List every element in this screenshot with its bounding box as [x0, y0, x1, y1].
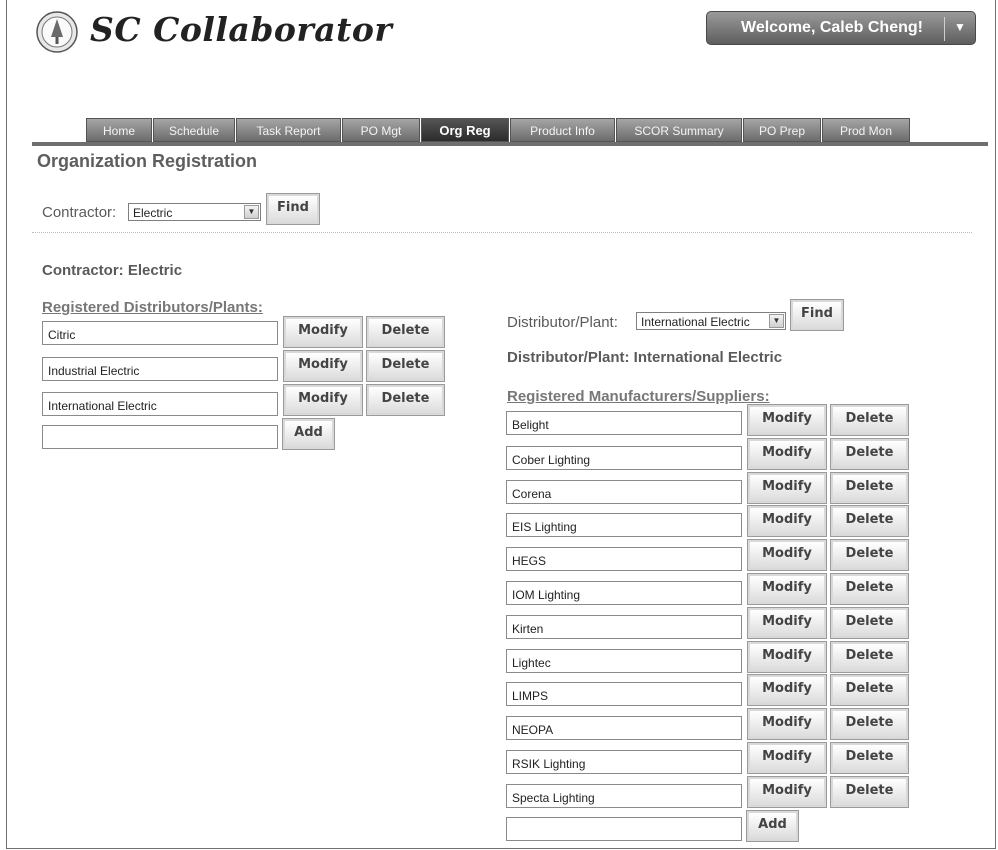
add-manufacturer-button[interactable]: Add: [746, 810, 799, 842]
manufacturer-modify-button[interactable]: Modify: [747, 674, 827, 706]
tab-schedule[interactable]: Schedule: [153, 118, 235, 142]
manufacturer-modify-button[interactable]: Modify: [747, 776, 827, 808]
manufacturer-field[interactable]: NEOPA: [506, 716, 742, 740]
manufacturer-modify-button[interactable]: Modify: [747, 641, 827, 673]
manufacturer-delete-button[interactable]: Delete: [830, 674, 909, 706]
tab-scor-summary[interactable]: SCOR Summary: [616, 118, 742, 142]
contractor-find-button[interactable]: Find: [266, 193, 320, 225]
distributor-field[interactable]: Citric: [42, 321, 278, 345]
contractor-heading: Contractor: Electric: [42, 262, 183, 279]
chevron-down-icon: ▼: [244, 205, 259, 219]
distributor-modify-button[interactable]: Modify: [283, 384, 363, 416]
manufacturer-modify-button[interactable]: Modify: [747, 438, 827, 470]
manufacturer-name: RSIK Lighting: [512, 757, 586, 771]
menu-divider: [944, 17, 945, 41]
distributor-modify-button[interactable]: Modify: [283, 350, 363, 382]
tab-prod-mon[interactable]: Prod Mon: [822, 118, 910, 142]
page-title: Organization Registration: [37, 151, 258, 171]
manufacturer-delete-button[interactable]: Delete: [830, 404, 909, 436]
manufacturer-modify-button[interactable]: Modify: [747, 472, 827, 504]
distributor-heading: Distributor/Plant: International Electri…: [507, 349, 783, 366]
manufacturer-delete-button[interactable]: Delete: [830, 573, 909, 605]
manufacturer-name: LIMPS: [512, 689, 549, 703]
manufacturer-field[interactable]: HEGS: [506, 547, 742, 571]
distributor-delete-button[interactable]: Delete: [366, 316, 445, 348]
tab-product-info[interactable]: Product Info: [510, 118, 615, 142]
new-manufacturer-input[interactable]: [506, 817, 742, 841]
manufacturer-field[interactable]: LIMPS: [506, 682, 742, 706]
manufacturer-field[interactable]: Specta Lighting: [506, 784, 742, 808]
tab-task-report[interactable]: Task Report: [236, 118, 341, 142]
manufacturer-delete-button[interactable]: Delete: [830, 539, 909, 571]
manufacturer-name: Lightec: [512, 656, 551, 670]
manufacturer-modify-button[interactable]: Modify: [747, 708, 827, 740]
distributor-select-label: Distributor/Plant:: [507, 314, 618, 331]
contractor-select[interactable]: Electric ▼: [128, 203, 261, 221]
manufacturer-name: Kirten: [512, 622, 544, 636]
manufacturer-modify-button[interactable]: Modify: [747, 539, 827, 571]
chevron-down-icon: ▼: [769, 314, 784, 328]
tab-home[interactable]: Home: [86, 118, 152, 142]
manufacturer-modify-button[interactable]: Modify: [747, 607, 827, 639]
manufacturer-modify-button[interactable]: Modify: [747, 742, 827, 774]
distributor-modify-button[interactable]: Modify: [283, 316, 363, 348]
manufacturer-name: Belight: [512, 418, 549, 432]
distributor-select[interactable]: International Electric ▼: [636, 312, 786, 330]
welcome-text: Welcome, Caleb Cheng!: [741, 19, 923, 36]
distributors-heading: Registered Distributors/Plants:: [42, 299, 263, 316]
manufacturer-modify-button[interactable]: Modify: [747, 505, 827, 537]
manufacturer-name: Cober Lighting: [512, 453, 591, 467]
manufacturer-name: NEOPA: [512, 723, 554, 737]
tab-org-reg[interactable]: Org Reg: [421, 118, 509, 142]
manufacturer-name: Specta Lighting: [512, 791, 595, 805]
manufacturer-delete-button[interactable]: Delete: [830, 472, 909, 504]
distributor-field[interactable]: Industrial Electric: [42, 357, 278, 381]
manufacturer-delete-button[interactable]: Delete: [830, 438, 909, 470]
manufacturer-field[interactable]: Belight: [506, 411, 742, 435]
manufacturer-field[interactable]: EIS Lighting: [506, 513, 742, 537]
manufacturer-field[interactable]: Cober Lighting: [506, 446, 742, 470]
manufacturer-field[interactable]: RSIK Lighting: [506, 750, 742, 774]
user-menu-button[interactable]: Welcome, Caleb Cheng! ▼: [706, 11, 976, 45]
manufacturer-name: IOM Lighting: [512, 588, 581, 602]
main-nav: Home Schedule Task Report PO Mgt Org Reg…: [86, 118, 910, 142]
manufacturer-delete-button[interactable]: Delete: [830, 776, 909, 808]
seal-logo-icon: [36, 11, 78, 53]
tab-po-mgt[interactable]: PO Mgt: [342, 118, 420, 142]
nav-underline: [32, 142, 988, 146]
distributor-name: Industrial Electric: [48, 364, 140, 378]
distributor-name: Citric: [48, 328, 76, 342]
add-distributor-button[interactable]: Add: [282, 418, 335, 450]
manufacturer-name: HEGS: [512, 554, 547, 568]
manufacturer-delete-button[interactable]: Delete: [830, 742, 909, 774]
manufacturer-field[interactable]: Kirten: [506, 615, 742, 639]
distributor-find-button[interactable]: Find: [790, 299, 844, 331]
manufacturer-name: Corena: [512, 487, 552, 501]
distributor-name: International Electric: [48, 399, 157, 413]
distributor-delete-button[interactable]: Delete: [366, 350, 445, 382]
new-distributor-input[interactable]: [42, 425, 278, 449]
app-brand: SC Collaborator: [90, 10, 393, 49]
manufacturer-delete-button[interactable]: Delete: [830, 607, 909, 639]
divider: [32, 232, 972, 233]
manufacturer-delete-button[interactable]: Delete: [830, 708, 909, 740]
distributor-delete-button[interactable]: Delete: [366, 384, 445, 416]
manufacturer-delete-button[interactable]: Delete: [830, 641, 909, 673]
contractor-select-value: Electric: [133, 206, 173, 220]
contractor-label: Contractor:: [42, 204, 117, 221]
distributor-field[interactable]: International Electric: [42, 392, 278, 416]
manufacturer-field[interactable]: Lightec: [506, 649, 742, 673]
manufacturer-modify-button[interactable]: Modify: [747, 404, 827, 436]
manufacturer-name: EIS Lighting: [512, 520, 577, 534]
manufacturer-modify-button[interactable]: Modify: [747, 573, 827, 605]
manufacturer-delete-button[interactable]: Delete: [830, 505, 909, 537]
distributor-select-value: International Electric: [641, 315, 750, 329]
manufacturer-field[interactable]: IOM Lighting: [506, 581, 742, 605]
manufacturer-field[interactable]: Corena: [506, 480, 742, 504]
manufacturers-heading: Registered Manufacturers/Suppliers:: [507, 388, 770, 405]
tab-po-prep[interactable]: PO Prep: [743, 118, 821, 142]
chevron-down-icon: ▼: [954, 20, 966, 34]
